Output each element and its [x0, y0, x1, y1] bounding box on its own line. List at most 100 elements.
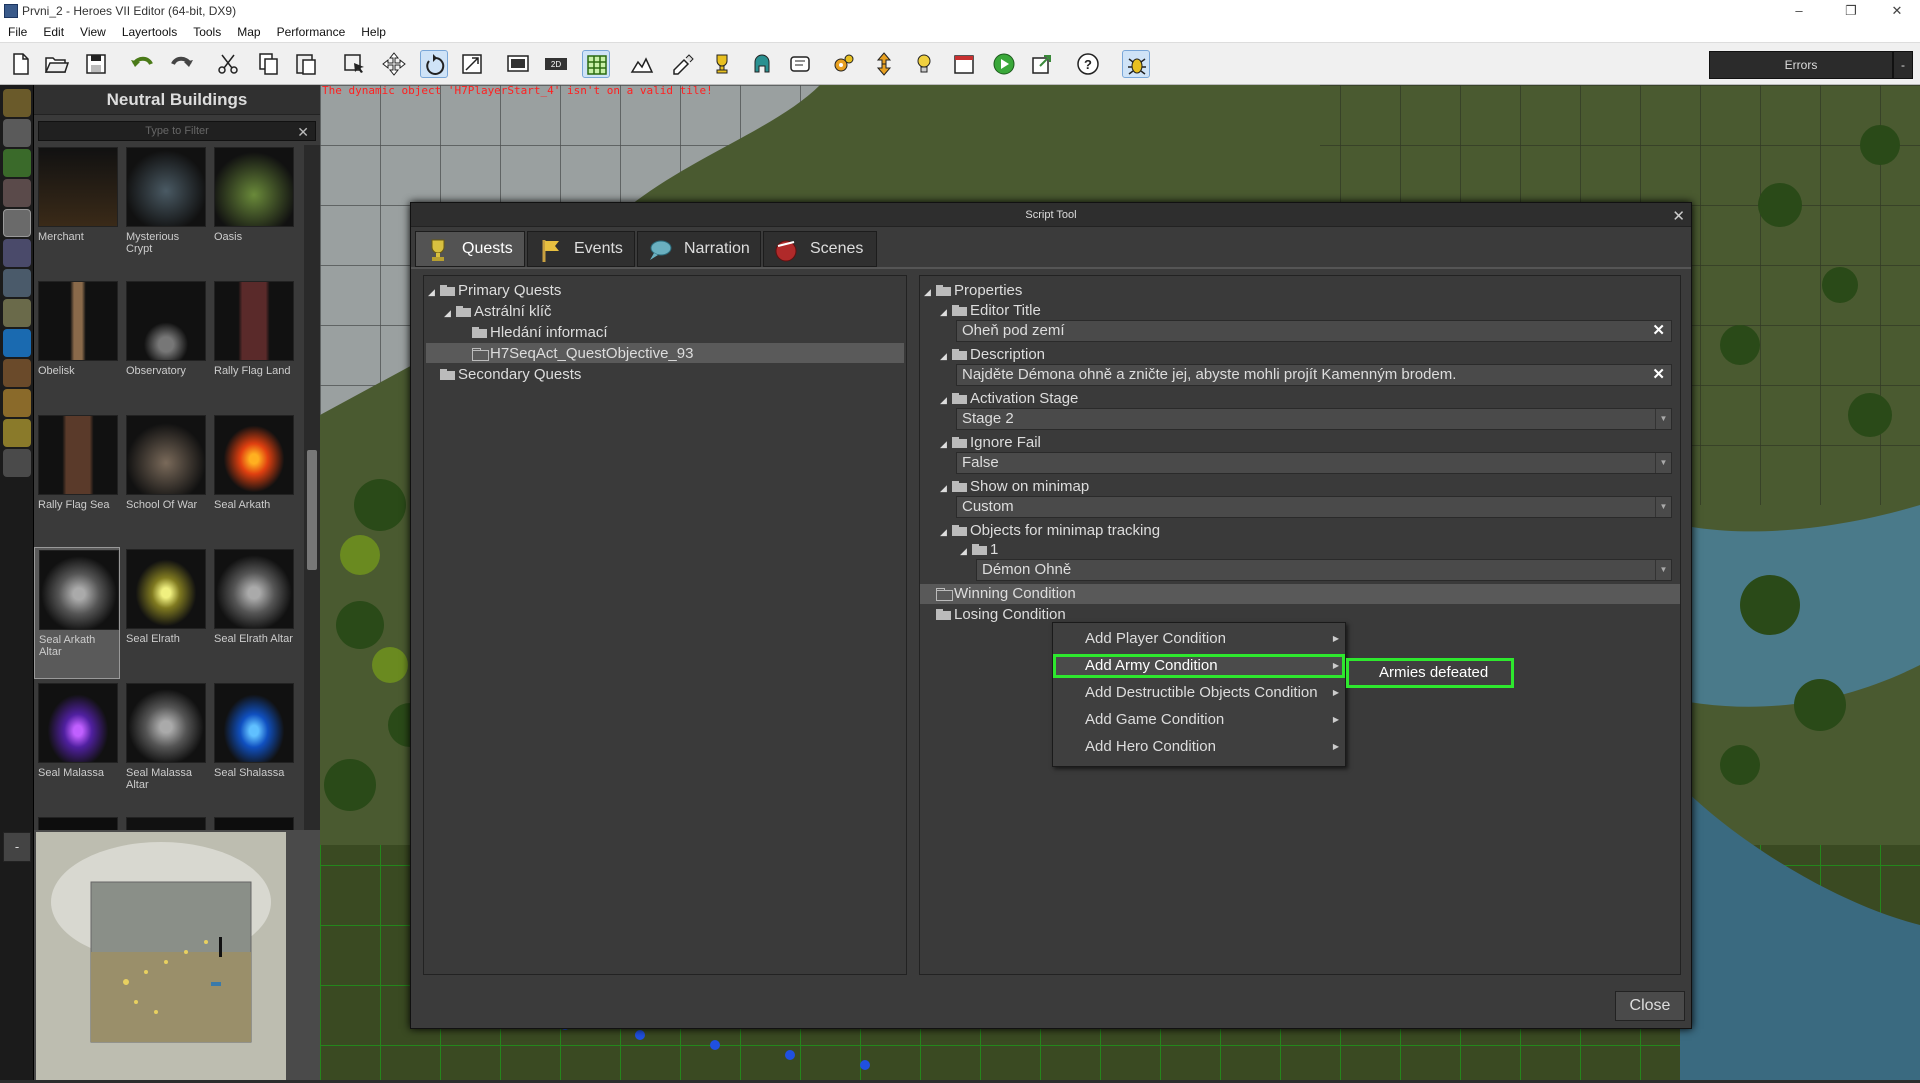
- lightbulb-icon[interactable]: [910, 50, 938, 78]
- chevron-down-icon[interactable]: ▼: [1655, 409, 1671, 429]
- viewport-icon[interactable]: [504, 50, 532, 78]
- building-item[interactable]: Rally Flag Land: [210, 279, 296, 411]
- hero-tool-icon[interactable]: [3, 239, 31, 267]
- expand-arrow-icon[interactable]: ◢: [940, 478, 952, 499]
- menu-item-add-army-condition[interactable]: Add Army Condition ▶: [1053, 654, 1345, 678]
- building-item-selected[interactable]: Seal Arkath Altar: [34, 547, 120, 679]
- menu-item-add-game-condition[interactable]: Add Game Condition ▶: [1053, 708, 1345, 732]
- dialog-close-icon[interactable]: ✕: [1672, 205, 1685, 229]
- menu-item-add-player-condition[interactable]: Add Player Condition ▶: [1053, 627, 1345, 651]
- filter-input[interactable]: Type to Filter ✕: [38, 121, 316, 141]
- tree-node-objective[interactable]: Hledání informací: [472, 322, 608, 343]
- ignore-fail-select[interactable]: False ▼: [956, 452, 1672, 474]
- chevron-down-icon[interactable]: ▼: [1655, 497, 1671, 517]
- crystal-tool-icon[interactable]: [3, 329, 31, 357]
- editor-title-field[interactable]: Oheň pod zemí ✕: [956, 320, 1672, 342]
- tab-events[interactable]: Events: [527, 231, 635, 267]
- minimap-collapse-button[interactable]: -: [3, 832, 31, 862]
- neutral-building-tool-icon[interactable]: [3, 209, 31, 237]
- menu-layertools[interactable]: Layertools: [114, 22, 185, 39]
- castle-tool-icon[interactable]: [3, 179, 31, 207]
- 2d-view-icon[interactable]: 2D: [542, 50, 570, 78]
- misc-tool-icon[interactable]: [3, 449, 31, 477]
- menu-map[interactable]: Map: [229, 22, 268, 39]
- expand-arrow-icon[interactable]: ◢: [940, 434, 952, 455]
- bug-icon[interactable]: [1122, 50, 1150, 78]
- building-item[interactable]: Seal Elrath Altar: [210, 547, 296, 679]
- close-window-button[interactable]: ✕: [1874, 0, 1920, 22]
- menu-file[interactable]: File: [0, 22, 35, 39]
- paint-icon[interactable]: [668, 50, 696, 78]
- building-item[interactable]: Observatory: [122, 279, 208, 411]
- errors-dropdown-button[interactable]: -: [1893, 51, 1913, 79]
- maximize-button[interactable]: ❐: [1828, 0, 1874, 22]
- chest-tool-icon[interactable]: [3, 359, 31, 387]
- prop-editor-title[interactable]: ◢ Editor Title: [940, 300, 1041, 321]
- building-item[interactable]: Seal Malassa Altar: [122, 681, 208, 813]
- prop-root[interactable]: ◢ Properties: [924, 280, 1022, 301]
- new-file-icon[interactable]: [6, 50, 34, 78]
- building-item[interactable]: [210, 815, 296, 830]
- clear-icon[interactable]: ✕: [1652, 365, 1665, 385]
- prop-objects-tracking[interactable]: ◢ Objects for minimap tracking: [940, 520, 1160, 541]
- expand-arrow-icon[interactable]: ◢: [924, 282, 936, 303]
- menu-performance[interactable]: Performance: [269, 22, 354, 39]
- menu-item-add-destructible-objects-condition[interactable]: Add Destructible Objects Condition ▶: [1053, 681, 1345, 705]
- army-tool-icon[interactable]: [3, 269, 31, 297]
- pickaxe-tool-icon[interactable]: [3, 119, 31, 147]
- arrows-icon[interactable]: [870, 50, 898, 78]
- prop-ignore-fail[interactable]: ◢ Ignore Fail: [940, 432, 1041, 453]
- tree-node-objective-selected[interactable]: H7SeqAct_QuestObjective_93: [472, 343, 693, 364]
- building-item[interactable]: Seal Malassa: [34, 681, 120, 813]
- building-item[interactable]: Mysterious Crypt: [122, 145, 208, 277]
- tree-node-secondary-quests[interactable]: Secondary Quests: [440, 364, 581, 385]
- building-item[interactable]: [122, 815, 208, 830]
- show-minimap-select[interactable]: Custom ▼: [956, 496, 1672, 518]
- export-icon[interactable]: [1028, 50, 1056, 78]
- expand-arrow-icon[interactable]: ◢: [940, 522, 952, 543]
- tree-node-quest[interactable]: ◢ Astrální klíč: [444, 301, 552, 322]
- expand-arrow-icon[interactable]: ◢: [960, 541, 972, 562]
- help-icon[interactable]: ?: [1074, 50, 1102, 78]
- prop-losing-condition[interactable]: Losing Condition: [936, 604, 1066, 625]
- select-icon[interactable]: [340, 50, 368, 78]
- lamp-tool-icon[interactable]: [3, 389, 31, 417]
- tree-tool-icon[interactable]: [3, 149, 31, 177]
- expand-arrow-icon[interactable]: ◢: [428, 282, 440, 303]
- tab-scenes[interactable]: Scenes: [763, 231, 877, 267]
- objects-tracking-select[interactable]: Démon Ohně ▼: [976, 559, 1672, 581]
- building-item[interactable]: Rally Flag Sea: [34, 413, 120, 545]
- sign-tool-icon[interactable]: [3, 419, 31, 447]
- save-icon[interactable]: [82, 50, 110, 78]
- prop-activation-stage[interactable]: ◢ Activation Stage: [940, 388, 1078, 409]
- panel-scrollbar[interactable]: [304, 145, 320, 830]
- undo-icon[interactable]: [128, 50, 156, 78]
- close-button[interactable]: Close: [1615, 991, 1685, 1021]
- building-item[interactable]: Obelisk: [34, 279, 120, 411]
- submenu-armies-defeated[interactable]: Armies defeated: [1346, 658, 1514, 688]
- trophy-tool-icon[interactable]: [3, 299, 31, 327]
- scrollbar-thumb[interactable]: [307, 450, 317, 570]
- clear-filter-icon[interactable]: ✕: [297, 123, 309, 141]
- tree-node-primary-quests[interactable]: ◢ Primary Quests: [428, 280, 561, 301]
- prop-show-minimap[interactable]: ◢ Show on minimap: [940, 476, 1089, 497]
- menu-tools[interactable]: Tools: [185, 22, 229, 39]
- play-icon[interactable]: [990, 50, 1018, 78]
- menu-edit[interactable]: Edit: [35, 22, 72, 39]
- chevron-down-icon[interactable]: ▼: [1655, 560, 1671, 580]
- paste-icon[interactable]: [292, 50, 320, 78]
- cut-icon[interactable]: [214, 50, 242, 78]
- expand-arrow-icon[interactable]: ◢: [940, 390, 952, 411]
- errors-button[interactable]: Errors: [1709, 51, 1893, 79]
- minimize-button[interactable]: –: [1776, 0, 1822, 22]
- building-item[interactable]: Merchant: [34, 145, 120, 277]
- expand-arrow-icon[interactable]: ◢: [444, 303, 456, 324]
- building-item[interactable]: Oasis: [210, 145, 296, 277]
- description-field[interactable]: Najděte Démona ohně a zničte jej, abyste…: [956, 364, 1672, 386]
- rotate-icon[interactable]: [420, 50, 448, 78]
- copy-icon[interactable]: [254, 50, 282, 78]
- menu-help[interactable]: Help: [353, 22, 394, 39]
- menu-view[interactable]: View: [72, 22, 114, 39]
- scale-icon[interactable]: [458, 50, 486, 78]
- prop-description[interactable]: ◢ Description: [940, 344, 1045, 365]
